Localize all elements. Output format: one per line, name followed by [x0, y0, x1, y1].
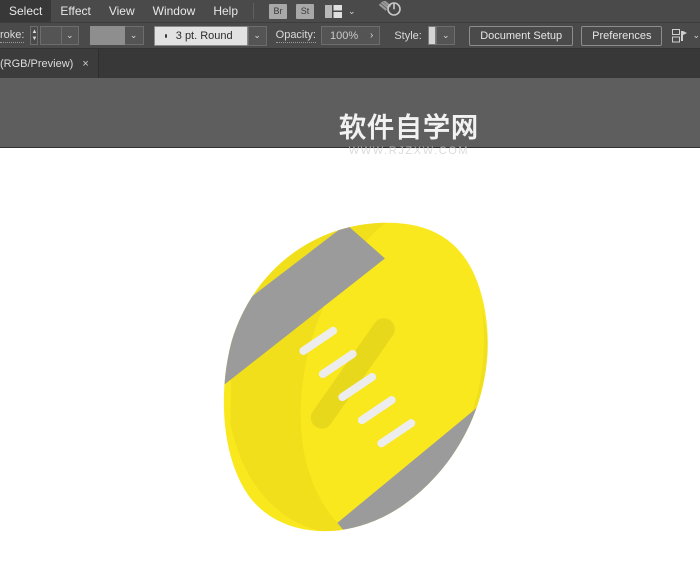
style-dropdown[interactable]: ⌄: [436, 26, 455, 45]
menu-item-view[interactable]: View: [100, 0, 144, 22]
menu-item-select[interactable]: Select: [0, 0, 51, 22]
menu-item-help-label: Help: [213, 4, 238, 18]
document-tab[interactable]: (RGB/Preview) ×: [0, 49, 99, 79]
stock-button-label: St: [301, 6, 310, 16]
bridge-button-label: Br: [274, 6, 283, 16]
brush-chevron-down-icon[interactable]: ⌄: [249, 26, 266, 46]
menu-divider: [253, 3, 254, 19]
document-tab-title: (RGB/Preview): [0, 58, 73, 70]
control-bar: roke: ▲ ▼ ⌄ ⌄ 3 pt. Round ⌄ Opacity: 100…: [0, 22, 700, 48]
style-swatch[interactable]: [428, 26, 436, 45]
document-setup-button[interactable]: Document Setup: [469, 26, 573, 46]
stroke-profile-dropdown[interactable]: ⌄: [125, 26, 144, 45]
stock-button[interactable]: St: [296, 4, 314, 19]
document-tab-bar: (RGB/Preview) ×: [0, 48, 700, 78]
opacity-label: Opacity:: [276, 29, 316, 43]
brush-definition-dropdown[interactable]: ⌄: [248, 26, 267, 46]
brush-definition-label: 3 pt. Round: [176, 30, 247, 42]
american-football-illustration[interactable]: [212, 210, 502, 545]
stroke-profile-chevron-down-icon[interactable]: ⌄: [125, 26, 143, 45]
brush-preview-icon: [165, 34, 167, 38]
menu-item-help[interactable]: Help: [204, 0, 247, 22]
opacity-value: 100%: [322, 30, 370, 42]
align-distribute-icon[interactable]: ⌄: [672, 29, 700, 43]
close-icon[interactable]: ×: [82, 58, 88, 70]
menu-item-effect-label: Effect: [60, 4, 90, 18]
stepper-up-icon: ▲: [31, 29, 37, 36]
menu-item-effect[interactable]: Effect: [51, 0, 99, 22]
workspace-chevron-down-icon[interactable]: ⌄: [348, 6, 356, 17]
football-svg: [212, 210, 502, 540]
brush-definition-field[interactable]: 3 pt. Round: [154, 26, 248, 46]
power-search-icon-glyph: [378, 1, 402, 17]
workspace-layout-icon[interactable]: [325, 5, 342, 18]
stroke-profile-field[interactable]: [90, 26, 125, 45]
align-distribute-icon-glyph: [672, 29, 688, 43]
menu-item-window-label: Window: [153, 4, 196, 18]
stroke-weight-field[interactable]: ⌄: [40, 26, 78, 45]
bridge-button[interactable]: Br: [269, 4, 287, 19]
preferences-button[interactable]: Preferences: [581, 26, 662, 46]
illustrator-window: Select Effect View Window Help Br St: [0, 0, 700, 579]
style-label: Style:: [394, 30, 422, 42]
menu-item-window[interactable]: Window: [144, 0, 205, 22]
workspace-layout-icon-glyph: [325, 5, 342, 18]
style-chevron-down-icon[interactable]: ⌄: [437, 26, 454, 45]
opacity-field[interactable]: 100% ›: [321, 26, 380, 45]
menu-item-select-label: Select: [9, 4, 42, 18]
menu-item-view-label: View: [109, 4, 135, 18]
document-setup-label: Document Setup: [480, 30, 562, 42]
preferences-label: Preferences: [592, 30, 651, 42]
stroke-label: roke:: [0, 29, 24, 43]
stepper-down-icon: ▼: [31, 36, 37, 43]
align-chevron-down-icon[interactable]: ⌄: [692, 30, 700, 41]
stroke-weight-chevron-down-icon[interactable]: ⌄: [61, 26, 78, 45]
opacity-expand-icon[interactable]: ›: [370, 30, 379, 41]
stroke-weight-stepper[interactable]: ▲ ▼: [30, 26, 38, 45]
power-search-icon[interactable]: [378, 1, 402, 22]
menu-bar: Select Effect View Window Help Br St: [0, 0, 700, 22]
application-background: [0, 78, 700, 148]
